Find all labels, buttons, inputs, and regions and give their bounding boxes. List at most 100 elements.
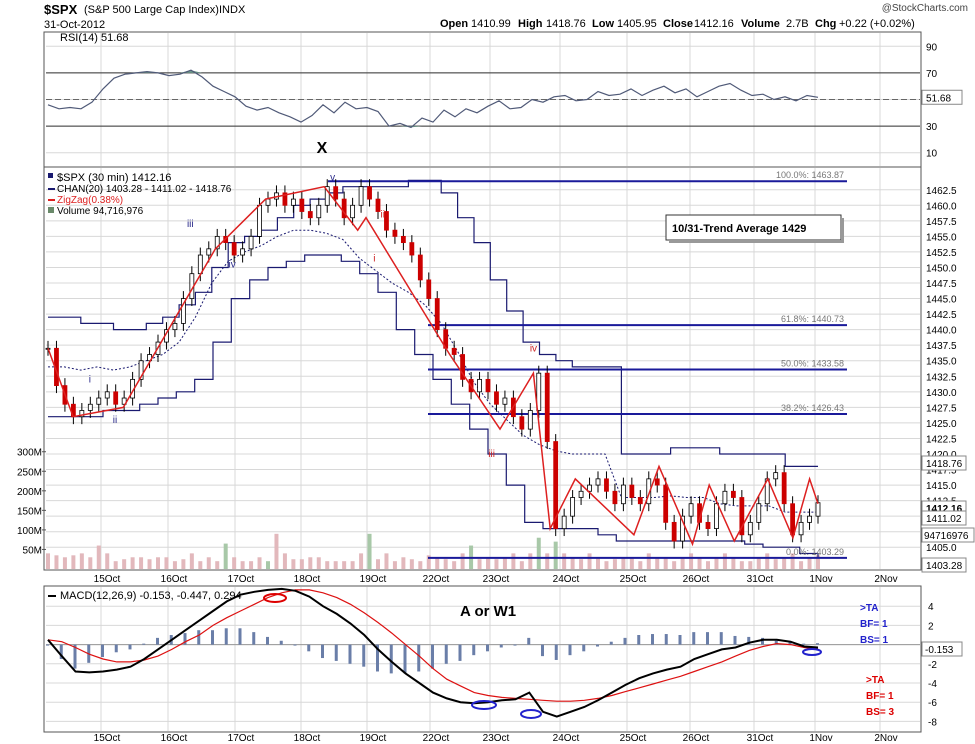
volume-bar — [655, 557, 660, 569]
macd-tick-label: 4 — [928, 602, 934, 613]
macd-histogram-bar — [651, 634, 654, 645]
macd-legend-text: MACD(12,26,9) -0.153, -0.447, 0.294 — [60, 590, 242, 602]
wave-label: iv — [229, 259, 236, 270]
macd-histogram-bar — [389, 644, 393, 674]
channel-legend: CHAN(20) 1403.28 - 1411.02 - 1418.76 — [57, 184, 232, 195]
x-tick-label: 2Nov — [874, 574, 897, 585]
candle-body — [494, 391, 499, 405]
candle-body — [527, 410, 533, 430]
candle-body — [477, 378, 482, 393]
candle-body — [384, 211, 389, 231]
fib-level-label: 50.0%: 1433.58 — [781, 359, 844, 369]
close-label: Close — [663, 18, 693, 30]
volume-bar — [706, 561, 710, 569]
candle-body — [637, 497, 643, 505]
high-value: 1418.76 — [546, 18, 586, 30]
volume-bar — [156, 557, 160, 569]
macd-histogram-bar — [554, 644, 558, 660]
macd-histogram-bar — [128, 644, 132, 650]
macd-histogram-bar — [417, 644, 421, 672]
candle-body — [578, 490, 584, 498]
rsi-value-tag: 51.68 — [926, 93, 951, 104]
macd-cross-marker-blue — [802, 648, 822, 656]
macd-histogram-bar — [321, 644, 324, 659]
candle-body — [730, 490, 736, 498]
candle-body — [426, 279, 432, 299]
volume-tick-label: 300M — [17, 448, 42, 459]
volume-bar — [528, 553, 533, 569]
price-tick-label: 1442.5 — [926, 310, 957, 321]
candle-body — [417, 254, 423, 281]
wave-label: iii — [187, 219, 194, 230]
macd-histogram-bar — [678, 635, 682, 645]
volume-bar — [409, 559, 414, 569]
candle-body — [722, 490, 728, 505]
price-tick-label: 1455.0 — [926, 232, 957, 243]
candle-body — [248, 235, 254, 250]
wave-label: iii — [488, 449, 495, 460]
macd-tick-label: -4 — [928, 679, 937, 690]
rsi-tick-label: 10 — [926, 149, 938, 160]
volume-tick-label: 100M — [17, 526, 42, 537]
stock-chart: $SPX (S&P 500 Large Cap Index) INDX 31-O… — [17, 2, 975, 744]
candle-body — [113, 391, 119, 405]
volume-bar — [291, 559, 296, 569]
open-label: Open — [440, 18, 468, 30]
price-tick-label: 1437.5 — [926, 341, 957, 352]
wave-label: ii — [381, 210, 385, 221]
candle-body — [561, 515, 567, 529]
candle-body — [604, 478, 609, 492]
x-tick-label: 24Oct — [553, 574, 580, 585]
volume-bar — [604, 561, 609, 569]
candle-body — [629, 484, 635, 498]
volume-tick-label: 200M — [17, 487, 42, 498]
wave-label: i — [89, 374, 91, 385]
chart-date: 31-Oct-2012 — [44, 19, 105, 31]
volume-bar — [722, 553, 727, 569]
price-tick-label: 1415.0 — [926, 481, 957, 492]
candle-body — [671, 521, 677, 542]
volume-bar — [519, 561, 524, 569]
x-tick-label-bottom: 16Oct — [161, 733, 188, 744]
x-tick-label-bottom: 18Oct — [294, 733, 321, 744]
wave-label: iv — [530, 343, 537, 354]
price-tick-label: 1432.5 — [926, 372, 957, 383]
volume-bar — [359, 553, 364, 569]
quote-bar: Open 1410.99 High 1418.76 Low 1405.95 Cl… — [440, 18, 915, 30]
volume-bar — [316, 557, 321, 569]
trend-average-text: 10/31-Trend Average 1429 — [672, 223, 806, 235]
candle-body — [299, 198, 305, 212]
macd-histogram-bar — [252, 632, 256, 645]
candle-body — [257, 204, 262, 237]
volume-bar — [257, 557, 262, 569]
volume-bar — [282, 553, 287, 569]
candle-body — [781, 472, 787, 505]
rsi-line — [47, 69, 819, 129]
volume-bar — [511, 553, 516, 569]
candle-body — [400, 235, 406, 244]
macd-histogram-bar — [224, 628, 228, 645]
volume-bar — [782, 557, 787, 569]
volume-bar — [79, 553, 84, 569]
macd-histogram-bar — [403, 644, 407, 674]
wave-label: v — [330, 172, 335, 183]
candle-body — [333, 186, 339, 200]
x-tick-label-bottom: 17Oct — [228, 733, 255, 744]
volume-tick-label: 50M — [23, 545, 42, 556]
volume-bar — [553, 541, 558, 569]
volume-bar — [435, 557, 440, 569]
candle-body — [714, 503, 719, 529]
price-tick-label: 1450.0 — [926, 263, 957, 274]
volume-bar — [612, 559, 617, 569]
macd-histogram-bar — [513, 644, 517, 646]
macd-histogram-bar — [623, 637, 627, 645]
volume-value-tag: 94716976 — [924, 531, 969, 542]
volume-tick-label: 150M — [17, 506, 42, 517]
candle-body — [815, 502, 821, 517]
candle-body — [595, 478, 601, 486]
macd-cross-marker-blue — [520, 709, 542, 719]
note-blue-2: BF= 1 — [860, 619, 888, 630]
candle-body — [663, 484, 669, 523]
volume-bar — [748, 561, 753, 569]
candle-body — [570, 497, 576, 517]
